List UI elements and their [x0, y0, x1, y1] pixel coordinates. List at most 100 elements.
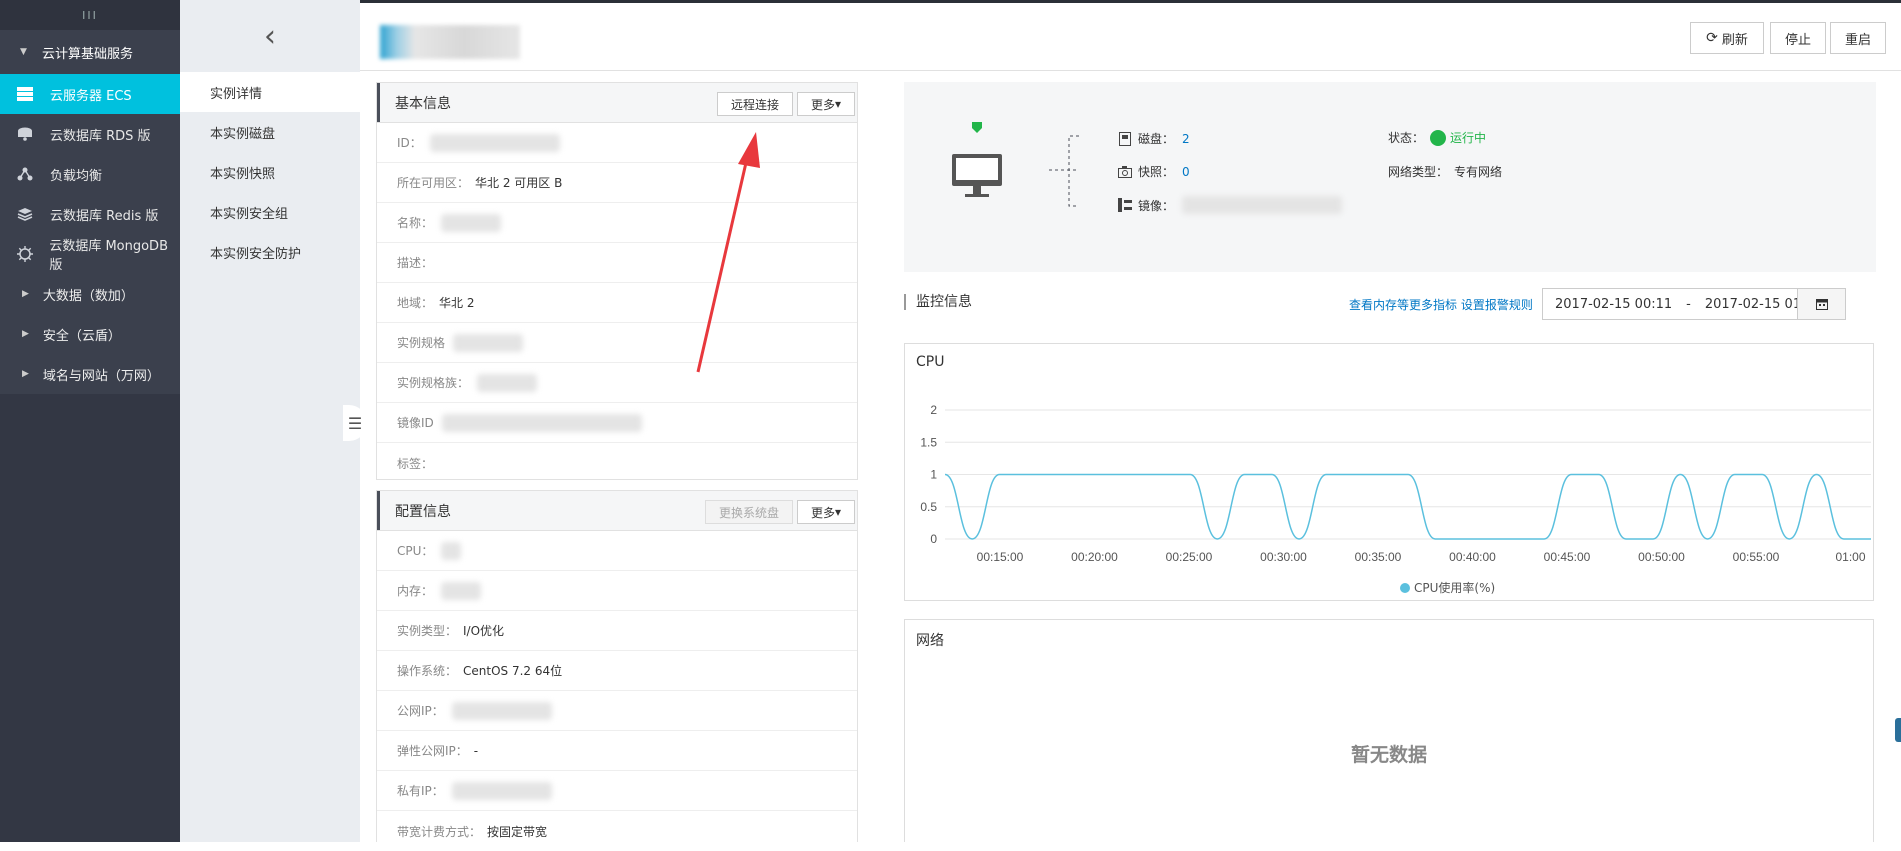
legend-swatch [1400, 583, 1410, 593]
info-row-name: 名称： [377, 203, 857, 243]
legend-label: CPU使用率(%) [1414, 579, 1495, 596]
load-balancer-icon [16, 165, 34, 183]
subnav-item-disks[interactable]: 本实例磁盘 [180, 112, 360, 152]
x-tick-label: 00:40:00 [1449, 550, 1496, 564]
redacted-value [430, 134, 560, 152]
nav-item-rds[interactable]: 云数据库 RDS 版 [0, 114, 180, 154]
basic-info-title: 基本信息 [395, 93, 451, 113]
snapshot-count-link[interactable]: 0 [1182, 165, 1190, 179]
info-row-tags: 标签： [377, 443, 857, 483]
config-row-memory: 内存： [377, 571, 857, 611]
stop-button[interactable]: 停止 [1770, 22, 1826, 54]
date-from[interactable]: 2017-02-15 00:11 [1555, 297, 1672, 312]
restart-button[interactable]: 重启 [1830, 22, 1886, 54]
cpu-chart: CPU 00.511.5200:15:0000:20:0000:25:0000:… [904, 343, 1874, 601]
caret-right-icon: ▶ [22, 289, 29, 299]
more-dropdown-button[interactable]: 更多▾ [797, 500, 855, 524]
mongodb-icon [16, 245, 33, 263]
info-row-instance-type: 实例规格 [377, 323, 857, 363]
config-row-instance-kind: 实例类型：I/O优化 [377, 611, 857, 651]
connector-bracket [1049, 134, 1089, 208]
side-scroll-tab[interactable] [1895, 718, 1901, 742]
calendar-icon[interactable] [1797, 289, 1845, 319]
caret-right-icon: ▶ [22, 329, 29, 339]
status-running-icon [1430, 130, 1446, 146]
empty-state-message: 暂无数据 [905, 740, 1873, 767]
subnav-item-snapshots[interactable]: 本实例快照 [180, 152, 360, 192]
nav-item-mongodb[interactable]: 云数据库 MongoDB 版 [0, 234, 180, 274]
basic-info-panel: 基本信息 远程连接 更多▾ ID： 所在可用区：华北 2 可用区 B 名称： 描… [376, 82, 858, 480]
subnav-item-security-protection[interactable]: 本实例安全防护 [180, 232, 360, 272]
nav-group-cloud[interactable]: ▼ 云计算基础服务 [0, 30, 180, 74]
x-tick-label: 00:30:00 [1260, 550, 1307, 564]
snapshot-count: 快照：0 [1118, 163, 1190, 180]
config-info-header: 配置信息 更换系统盘 更多▾ [377, 491, 857, 531]
more-metrics-link[interactable]: 查看内存等更多指标 [1349, 298, 1457, 312]
date-range-picker[interactable]: 2017-02-15 00:11 - 2017-02-15 01:11 [1542, 288, 1846, 320]
chart-legend[interactable]: CPU使用率(%) [1400, 579, 1495, 596]
y-tick-label: 2 [930, 403, 937, 417]
redacted-value [441, 214, 501, 232]
disk-count-link[interactable]: 2 [1182, 132, 1190, 146]
nav-group-security[interactable]: ▶ 安全（云盾） [0, 314, 180, 354]
camera-icon [1118, 165, 1132, 179]
nav-item-label: 云数据库 Redis 版 [50, 205, 158, 224]
config-row-cpu: CPU： [377, 531, 857, 571]
config-row-public-ip: 公网IP： [377, 691, 857, 731]
database-icon [16, 125, 34, 143]
redacted-value [477, 374, 537, 392]
remote-connect-button[interactable]: 远程连接 [717, 92, 793, 116]
refresh-button[interactable]: ⟳ 刷新 [1690, 22, 1764, 54]
nav-group-domain[interactable]: ▶ 域名与网站（万网） [0, 354, 180, 394]
config-row-os: 操作系统：CentOS 7.2 64位 [377, 651, 857, 691]
config-row-eip: 弹性公网IP：- [377, 731, 857, 771]
redacted-value [442, 414, 642, 432]
nav-item-label: 云数据库 RDS 版 [50, 125, 151, 144]
x-tick-label: 00:35:00 [1355, 550, 1402, 564]
more-dropdown-button[interactable]: 更多▾ [797, 92, 855, 116]
nav-group-label: 安全（云盾） [43, 325, 121, 344]
disk-count: 磁盘：2 [1118, 130, 1190, 147]
y-tick-label: 1.5 [920, 435, 937, 449]
server-icon [16, 85, 34, 103]
page-header: ⟳ 刷新 停止 重启 [360, 3, 1901, 71]
nav-item-label: 云数据库 MongoDB 版 [49, 235, 180, 273]
disk-icon [1118, 132, 1132, 146]
x-tick-label: 00:45:00 [1544, 550, 1591, 564]
config-info-title: 配置信息 [395, 501, 451, 521]
nav-group-label: 大数据（数加） [43, 285, 134, 304]
redis-icon [16, 205, 34, 223]
redacted-value [452, 702, 552, 720]
nav-item-slb[interactable]: 负载均衡 [0, 154, 180, 194]
nav-item-label: 负载均衡 [50, 165, 102, 184]
cpu-chart-plot: 00.511.5200:15:0000:20:0000:25:0000:30:0… [905, 344, 1873, 600]
nav-group-label: 域名与网站（万网） [43, 365, 160, 384]
alarm-rules-link[interactable]: 设置报警规则 [1461, 298, 1533, 312]
page-title-redacted [380, 25, 520, 59]
nav-group-bigdata[interactable]: ▶ 大数据（数加） [0, 274, 180, 314]
annotation-arrow [680, 130, 770, 380]
caret-down-icon: ▼ [20, 47, 34, 57]
redacted-value [441, 542, 461, 560]
instance-subnav: ‹ 实例详情 本实例磁盘 本实例快照 本实例安全组 本实例安全防护 [180, 0, 360, 842]
y-tick-label: 0 [930, 532, 937, 546]
back-chevron-icon[interactable]: ‹ [180, 0, 360, 72]
x-tick-label: 01:00 [1835, 550, 1865, 564]
monitor-title: 监控信息 [904, 294, 972, 310]
subnav-item-security-group[interactable]: 本实例安全组 [180, 192, 360, 232]
image-info: 镜像： [1118, 196, 1342, 214]
nav-group-label: 云计算基础服务 [42, 43, 133, 62]
panel-splitter-handle[interactable]: ☰ [343, 405, 367, 441]
network-chart: 网络 暂无数据 [904, 619, 1874, 842]
nav-item-ecs[interactable]: 云服务器 ECS [0, 74, 180, 114]
change-system-disk-button[interactable]: 更换系统盘 [705, 500, 793, 524]
y-tick-label: 1 [930, 468, 937, 482]
status-badge: 运行中 [1450, 129, 1486, 146]
info-row-region: 地域：华北 2 [377, 283, 857, 323]
monitor-links: 查看内存等更多指标 设置报警规则 [1349, 296, 1533, 313]
subnav-item-details[interactable]: 实例详情 [180, 72, 360, 112]
sidebar-collapse-toggle[interactable]: III [0, 0, 180, 30]
main-sidebar: III ▼ 云计算基础服务 云服务器 ECS 云数据库 RDS 版 负载均衡 云… [0, 0, 180, 842]
nav-item-redis[interactable]: 云数据库 Redis 版 [0, 194, 180, 234]
info-row-zone: 所在可用区：华北 2 可用区 B [377, 163, 857, 203]
